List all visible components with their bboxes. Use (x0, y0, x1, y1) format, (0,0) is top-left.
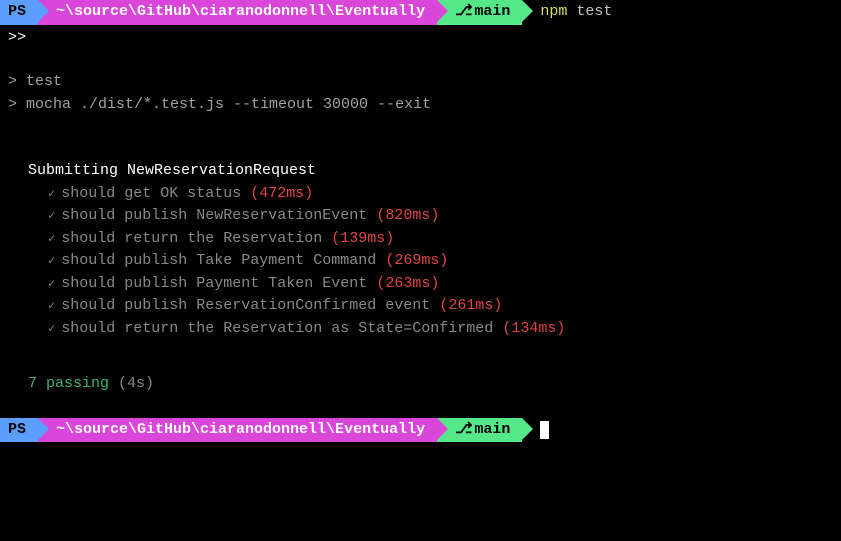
test-desc: should get OK status (61, 185, 241, 202)
check-icon: ✓ (48, 187, 55, 201)
command-input: npm test (540, 1, 612, 24)
total-time: (4s) (118, 375, 154, 392)
prompt-shell-segment: PS (0, 0, 38, 25)
test-result: ✓ should return the Reservation (139ms) (0, 228, 841, 251)
passing-count: 7 passing (28, 375, 109, 392)
test-result: ✓ should publish Payment Taken Event (263… (0, 273, 841, 296)
test-desc: should publish Payment Taken Event (61, 275, 367, 292)
command-npm: npm (540, 3, 567, 20)
test-result: ✓ should publish NewReservationEvent (820… (0, 205, 841, 228)
prompt-line-1[interactable]: PS ~\source\GitHub\ciaranodonnell\Eventu… (0, 0, 841, 25)
branch-icon: ⎇ (455, 3, 472, 20)
test-time: (472ms) (250, 185, 313, 202)
check-icon: ✓ (48, 209, 55, 223)
test-result: ✓ should publish Take Payment Command (26… (0, 250, 841, 273)
test-result: ✓ should get OK status (472ms) (0, 183, 841, 206)
test-suite-name: Submitting NewReservationRequest (0, 160, 841, 183)
script-header: > test (0, 71, 841, 94)
branch-name: main (474, 3, 510, 20)
check-icon: ✓ (48, 254, 55, 268)
test-time: (263ms) (376, 275, 439, 292)
test-desc: should publish NewReservationEvent (61, 207, 367, 224)
test-time: (820ms) (376, 207, 439, 224)
check-icon: ✓ (48, 299, 55, 313)
test-summary: 7 passing (4s) (0, 373, 841, 396)
prompt-branch-segment: ⎇main (437, 418, 522, 443)
script-command: > mocha ./dist/*.test.js --timeout 30000… (0, 94, 841, 117)
test-desc: should publish ReservationConfirmed even… (61, 297, 430, 314)
test-desc: should return the Reservation (61, 230, 322, 247)
command-args: test (576, 3, 612, 20)
test-result: ✓ should publish ReservationConfirmed eve… (0, 295, 841, 318)
test-time: (139ms) (331, 230, 394, 247)
prompt-shell-segment: PS (0, 418, 38, 443)
prompt-path-segment: ~\source\GitHub\ciaranodonnell\Eventuall… (38, 418, 437, 443)
cursor[interactable] (540, 421, 549, 439)
test-result: ✓ should return the Reservation as State=… (0, 318, 841, 341)
terminal: PS ~\source\GitHub\ciaranodonnell\Eventu… (0, 0, 841, 442)
branch-name: main (474, 421, 510, 438)
branch-icon: ⎇ (455, 421, 472, 438)
prompt-path-segment: ~\source\GitHub\ciaranodonnell\Eventuall… (38, 0, 437, 25)
test-time: (261ms) (439, 297, 502, 314)
test-time: (134ms) (502, 320, 565, 337)
prompt-branch-segment: ⎇main (437, 0, 522, 25)
check-icon: ✓ (48, 277, 55, 291)
test-time: (269ms) (385, 252, 448, 269)
check-icon: ✓ (48, 232, 55, 246)
prompt-line-2[interactable]: PS ~\source\GitHub\ciaranodonnell\Eventu… (0, 418, 841, 443)
test-desc: should return the Reservation as State=C… (61, 320, 493, 337)
check-icon: ✓ (48, 322, 55, 336)
continuation-prompt: >> (0, 27, 841, 50)
test-desc: should publish Take Payment Command (61, 252, 376, 269)
